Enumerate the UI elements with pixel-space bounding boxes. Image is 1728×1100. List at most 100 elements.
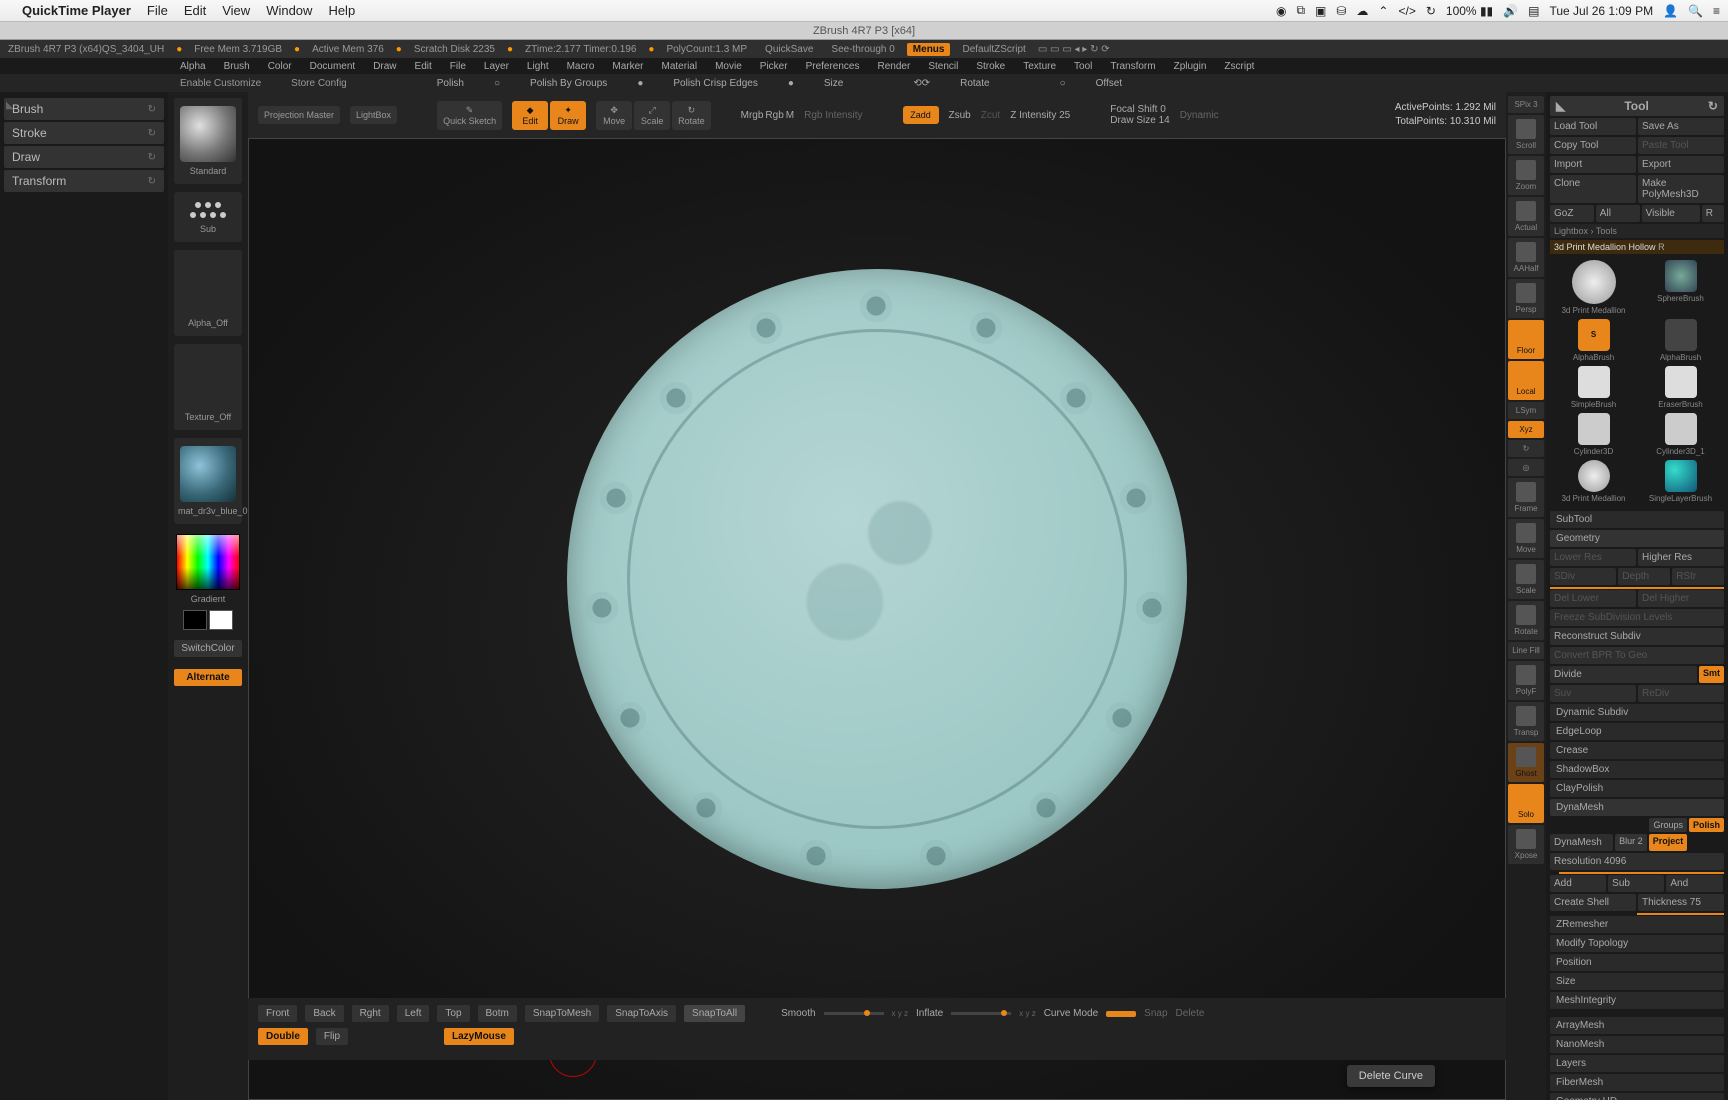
seethrough-slider[interactable]: See-through 0 <box>831 44 894 55</box>
create-shell-button[interactable]: Create Shell <box>1550 894 1636 911</box>
move-button[interactable]: Move <box>1508 519 1544 558</box>
blur-value[interactable]: Blur 2 <box>1615 834 1647 851</box>
double-toggle[interactable]: Double <box>258 1028 308 1045</box>
left-button[interactable]: Left <box>397 1005 430 1022</box>
zmenu-draw[interactable]: Draw <box>373 61 396 72</box>
focal-shift-slider[interactable]: Focal Shift 0 <box>1110 104 1169 115</box>
quicksave-button[interactable]: QuickSave <box>759 43 819 56</box>
shadowbox-section[interactable]: ShadowBox <box>1550 761 1724 778</box>
status-inputmenu-icon[interactable]: ▤ <box>1528 4 1539 18</box>
zmenu-picker[interactable]: Picker <box>760 61 788 72</box>
clone-button[interactable]: Clone <box>1550 175 1636 203</box>
right-button[interactable]: Rght <box>352 1005 389 1022</box>
refresh-icon[interactable]: ↻ <box>1708 99 1718 113</box>
draw-mode-button[interactable]: ✦Draw <box>550 101 586 130</box>
status-sync-icon[interactable]: ☁ <box>1356 4 1368 18</box>
mrgb-button[interactable]: Mrgb <box>741 110 764 121</box>
refresh-icon[interactable]: ↻ <box>148 128 156 139</box>
zmenu-material[interactable]: Material <box>662 61 698 72</box>
zsub-button[interactable]: Zsub <box>949 110 971 121</box>
refresh-icon[interactable]: ↻ <box>148 152 156 163</box>
subtool-section[interactable]: SubTool <box>1550 511 1724 528</box>
zmenu-edit[interactable]: Edit <box>415 61 432 72</box>
tool-thumb[interactable]: EraserBrush <box>1639 366 1722 409</box>
polish-crisp-edges[interactable]: Polish Crisp Edges <box>673 78 757 89</box>
menus-toggle[interactable]: Menus <box>907 43 951 56</box>
lightbox-button[interactable]: LightBox <box>350 106 397 124</box>
thickness-slider[interactable]: Thickness 75 <box>1638 894 1724 911</box>
zcut-button[interactable]: Zcut <box>981 110 1000 121</box>
quicksketch-button[interactable]: ✎Quick Sketch <box>437 101 502 130</box>
zmenu-alpha[interactable]: Alpha <box>180 61 206 72</box>
delete-curve-tooltip[interactable]: Delete Curve <box>1347 1065 1435 1087</box>
freeze-subdiv-button[interactable]: Freeze SubDivision Levels <box>1550 609 1724 626</box>
groups-toggle[interactable]: Groups <box>1649 818 1687 832</box>
snap-to-mesh[interactable]: SnapToMesh <box>525 1005 599 1022</box>
expand-icon[interactable]: ◣ <box>6 100 14 111</box>
rotate-option[interactable]: Rotate <box>960 78 989 89</box>
status-wifi-icon[interactable]: ⌃ <box>1378 4 1388 18</box>
zmenu-stencil[interactable]: Stencil <box>928 61 958 72</box>
convert-bpr-button[interactable]: Convert BPR To Geo <box>1550 647 1724 664</box>
tool-thumb[interactable]: SimpleBrush <box>1552 366 1635 409</box>
dynamic-subdiv-section[interactable]: Dynamic Subdiv <box>1550 704 1724 721</box>
make-polymesh-button[interactable]: Make PolyMesh3D <box>1638 175 1724 203</box>
transp-button[interactable]: Transp <box>1508 702 1544 741</box>
actual-button[interactable]: Actual <box>1508 197 1544 236</box>
zmenu-movie[interactable]: Movie <box>715 61 742 72</box>
scroll-button[interactable]: Scroll <box>1508 115 1544 154</box>
alpha-slot[interactable]: Alpha_Off <box>174 250 242 336</box>
scale-button[interactable]: Scale <box>1508 560 1544 599</box>
goz-all-button[interactable]: All <box>1596 205 1640 222</box>
tool-thumb[interactable]: SingleLayerBrush <box>1639 460 1722 503</box>
lazymouse-toggle[interactable]: LazyMouse <box>444 1028 514 1045</box>
polish-by-groups[interactable]: Polish By Groups <box>530 78 607 89</box>
tool-thumb[interactable]: SAlphaBrush <box>1552 319 1635 362</box>
scale-button[interactable]: ⤢Scale <box>634 101 670 130</box>
load-tool-button[interactable]: Load Tool <box>1550 118 1636 135</box>
edit-mode-button[interactable]: ◆Edit <box>512 101 548 130</box>
status-datetime[interactable]: Tue Jul 26 1:09 PM <box>1549 4 1653 18</box>
texture-slot[interactable]: Texture_Off <box>174 344 242 430</box>
status-volume-icon[interactable]: 🔊 <box>1503 4 1518 18</box>
status-code-icon[interactable]: </> <box>1398 4 1415 18</box>
snap-to-all[interactable]: SnapToAll <box>684 1005 745 1022</box>
delete-button[interactable]: Delete <box>1176 1008 1205 1019</box>
back-button[interactable]: Back <box>305 1005 343 1022</box>
enable-customize[interactable]: Enable Customize <box>180 78 261 89</box>
divide-button[interactable]: Divide <box>1550 666 1697 683</box>
zoom-button[interactable]: Zoom <box>1508 156 1544 195</box>
goz-visible-button[interactable]: Visible <box>1642 205 1700 222</box>
size-section[interactable]: Size <box>1550 973 1724 990</box>
inflate-slider[interactable]: Inflate <box>916 1008 943 1019</box>
zmenu-marker[interactable]: Marker <box>612 61 643 72</box>
geometry-hd-section[interactable]: Geometry HD <box>1550 1093 1724 1100</box>
import-button[interactable]: Import <box>1550 156 1636 173</box>
and-button[interactable]: And <box>1666 875 1722 892</box>
current-tool-name[interactable]: 3d Print Medallion Hollow R <box>1550 240 1724 254</box>
modify-topology-section[interactable]: Modify Topology <box>1550 935 1724 952</box>
front-button[interactable]: Front <box>258 1005 297 1022</box>
z-intensity-slider[interactable]: Z Intensity 25 <box>1010 110 1070 121</box>
draw-size-slider[interactable]: Draw Size 14 <box>1110 115 1169 126</box>
tool-panel-header[interactable]: ◣ Tool ↻ <box>1550 96 1724 116</box>
store-config[interactable]: Store Config <box>291 78 347 89</box>
polyf-button[interactable]: PolyF <box>1508 661 1544 700</box>
flip-toggle[interactable]: Flip <box>316 1028 348 1045</box>
snap-to-axis[interactable]: SnapToAxis <box>607 1005 676 1022</box>
crease-section[interactable]: Crease <box>1550 742 1724 759</box>
persp-button[interactable]: Persp <box>1508 279 1544 318</box>
lightbox-tools-label[interactable]: Lightbox › Tools <box>1550 224 1724 238</box>
default-zscript[interactable]: DefaultZScript <box>962 44 1025 55</box>
floor-button[interactable]: Floor <box>1508 320 1544 359</box>
tool-thumb[interactable]: Cylinder3D <box>1552 413 1635 456</box>
offset-option[interactable]: Offset <box>1096 78 1123 89</box>
rgb-intensity[interactable]: Rgb Intensity <box>804 110 862 121</box>
menu-edit[interactable]: Edit <box>184 3 206 18</box>
status-eye-icon[interactable]: ◉ <box>1276 4 1286 18</box>
zmenu-color[interactable]: Color <box>268 61 292 72</box>
menu-file[interactable]: File <box>147 3 168 18</box>
reconstruct-subdiv-button[interactable]: Reconstruct Subdiv <box>1550 628 1724 645</box>
goz-button[interactable]: GoZ <box>1550 205 1594 222</box>
frame-button[interactable]: Frame <box>1508 478 1544 517</box>
